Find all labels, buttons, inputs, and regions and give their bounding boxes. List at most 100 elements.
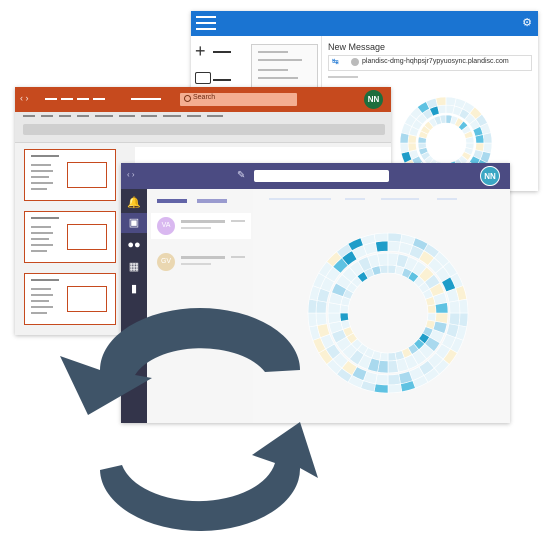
wheel-segment bbox=[387, 373, 401, 386]
ppt-titlebar: ‹ › Search NN bbox=[15, 87, 391, 112]
teams-main-pane bbox=[253, 189, 510, 423]
list-line bbox=[258, 69, 288, 71]
new-mail-label-placeholder bbox=[213, 51, 231, 53]
header-line bbox=[345, 198, 365, 200]
ribbon-tab[interactable] bbox=[163, 115, 181, 117]
ribbon-tab[interactable] bbox=[41, 115, 53, 117]
tb-item[interactable] bbox=[45, 98, 57, 100]
contact-icon bbox=[351, 58, 359, 66]
chat-item[interactable]: GV bbox=[151, 249, 251, 275]
teams-window: ‹ › ✎ NN 🔔 ▣ ●● ▦ ▮ VA GV bbox=[121, 163, 510, 423]
teams-search-box[interactable] bbox=[254, 170, 389, 182]
tb-item[interactable] bbox=[61, 98, 73, 100]
wheel-segment bbox=[377, 252, 389, 267]
slide-thumbnail[interactable] bbox=[24, 211, 116, 263]
bell-icon[interactable]: 🔔 bbox=[121, 193, 147, 213]
ribbon-tab[interactable] bbox=[187, 115, 201, 117]
wheel-segment bbox=[373, 383, 389, 394]
tab-chat[interactable] bbox=[157, 199, 187, 203]
wheel-segment bbox=[315, 312, 328, 326]
slide-thumbnail[interactable] bbox=[24, 149, 116, 201]
wheel-segment bbox=[458, 312, 469, 328]
wheel-segment bbox=[307, 298, 318, 314]
tab-recent[interactable] bbox=[197, 199, 227, 203]
ribbon-tab[interactable] bbox=[59, 115, 71, 117]
ribbon-tab[interactable] bbox=[207, 115, 223, 117]
header-line bbox=[269, 198, 331, 200]
wheel-segment bbox=[435, 96, 447, 107]
search-icon bbox=[184, 95, 191, 102]
file-icon[interactable]: ▮ bbox=[121, 279, 147, 299]
wheel-segment bbox=[387, 232, 403, 243]
user-avatar[interactable]: NN bbox=[480, 166, 500, 186]
slide-thumbnails bbox=[15, 143, 127, 335]
calendar-icon[interactable]: ▦ bbox=[121, 257, 147, 277]
chat-avatar: VA bbox=[157, 217, 175, 235]
wheel-segment bbox=[434, 302, 449, 314]
settings-icon[interactable]: ⚙ bbox=[522, 16, 532, 30]
wheel-segment bbox=[375, 373, 389, 386]
chat-avatar: GV bbox=[157, 253, 175, 271]
nav-arrows-icon[interactable]: ‹ › bbox=[20, 93, 29, 103]
list-line bbox=[258, 51, 288, 53]
recipient-address: plandisc-dmg-hqhpsjr7ypyuosync.plandisc.… bbox=[362, 58, 509, 65]
wheel-segment bbox=[375, 240, 389, 253]
ribbon-tab[interactable] bbox=[77, 115, 89, 117]
header-line bbox=[437, 198, 457, 200]
teams-app-rail: 🔔 ▣ ●● ▦ ▮ bbox=[121, 189, 147, 423]
search-placeholder: Search bbox=[193, 94, 216, 101]
nav-arrows-icon[interactable]: ‹ › bbox=[127, 170, 135, 179]
wheel-segment bbox=[437, 104, 447, 115]
inbox-label-placeholder bbox=[213, 79, 231, 81]
tb-item[interactable] bbox=[93, 98, 105, 100]
user-avatar[interactable]: NN bbox=[364, 90, 383, 109]
wheel-segment bbox=[387, 383, 403, 394]
sync-arrow-bottom bbox=[100, 422, 318, 532]
wheel-segment bbox=[448, 300, 461, 314]
inbox-icon[interactable] bbox=[195, 72, 211, 84]
recipient-field[interactable]: ↹ plandisc-dmg-hqhpsjr7ypyuosync.plandis… bbox=[328, 55, 532, 71]
document-title-placeholder bbox=[131, 98, 161, 100]
ribbon-toolbar[interactable] bbox=[23, 124, 385, 135]
ppt-search-box[interactable]: Search bbox=[180, 93, 297, 106]
ribbon-tab[interactable] bbox=[23, 115, 35, 117]
compose-icon[interactable]: ✎ bbox=[237, 170, 245, 181]
slide-thumbnail[interactable] bbox=[24, 273, 116, 325]
chat-item[interactable]: VA bbox=[151, 213, 251, 239]
hamburger-menu-icon[interactable] bbox=[196, 16, 216, 31]
wheel-segment bbox=[399, 142, 410, 154]
header-line bbox=[381, 198, 419, 200]
reply-arrow-icon: ↹ bbox=[332, 57, 339, 66]
chat-icon[interactable]: ▣ bbox=[121, 213, 147, 233]
wheel-segment bbox=[407, 142, 418, 152]
wheel-segment bbox=[387, 359, 399, 374]
list-line bbox=[258, 77, 298, 79]
ribbon-tab[interactable] bbox=[141, 115, 157, 117]
plandisc-wheel-teams[interactable] bbox=[298, 223, 478, 403]
teams-titlebar: ‹ › ✎ NN bbox=[121, 163, 510, 189]
teams-icon[interactable]: ●● bbox=[121, 235, 147, 255]
subject-line-placeholder bbox=[328, 76, 358, 78]
ppt-ribbon bbox=[15, 112, 391, 143]
wheel-segment bbox=[307, 312, 318, 328]
tb-item[interactable] bbox=[77, 98, 89, 100]
wheel-segment bbox=[379, 264, 389, 274]
wheel-segment bbox=[327, 312, 342, 324]
wheel-segment bbox=[458, 298, 469, 314]
mail-topbar: ⚙ bbox=[191, 11, 538, 36]
wheel-segment bbox=[387, 352, 397, 362]
compose-title: New Message bbox=[328, 42, 386, 52]
new-mail-icon[interactable]: + bbox=[195, 42, 206, 60]
wheel-segment bbox=[474, 134, 485, 144]
ribbon-tab[interactable] bbox=[119, 115, 135, 117]
wheel-segment bbox=[387, 240, 401, 253]
list-line bbox=[258, 59, 302, 61]
wheel-segment bbox=[373, 232, 389, 243]
chat-list: VA GV bbox=[147, 189, 253, 423]
wheel-segment bbox=[427, 304, 437, 314]
wheel-segment bbox=[482, 132, 493, 144]
wheel-segment bbox=[315, 300, 328, 314]
wheel-segment bbox=[339, 312, 349, 322]
wheel-segment bbox=[448, 312, 461, 326]
ribbon-tab[interactable] bbox=[95, 115, 113, 117]
